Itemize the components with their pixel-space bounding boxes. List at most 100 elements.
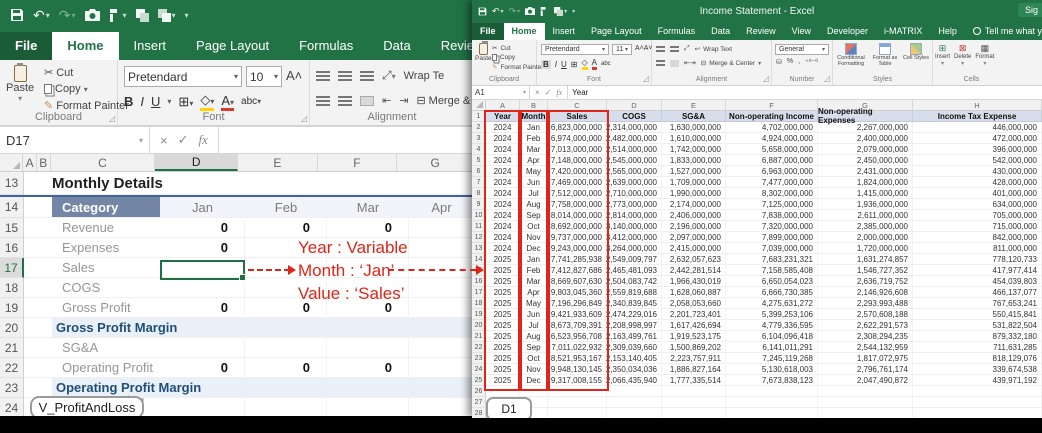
data-cell[interactable]: 6,823,000,000 bbox=[548, 122, 607, 133]
empty-cell[interactable] bbox=[662, 408, 726, 418]
data-cell[interactable]: 1,415,000,000 bbox=[818, 188, 913, 199]
data-cell[interactable]: 9,243,000,000 bbox=[548, 243, 607, 254]
font-size-select[interactable]: 10▾ bbox=[246, 66, 282, 87]
data-cell[interactable]: 7,683,231,321 bbox=[726, 254, 818, 265]
row-label-expenses[interactable]: Expenses bbox=[52, 238, 160, 258]
data-cell[interactable]: 1,720,000,000 bbox=[818, 243, 913, 254]
data-cell[interactable]: 7,477,000,000 bbox=[726, 177, 818, 188]
delete-cells-button[interactable]: ⊠ Delete ▾ bbox=[954, 43, 971, 67]
data-cell[interactable]: Aug bbox=[520, 331, 548, 342]
sign-in-button[interactable]: Sig bbox=[1018, 3, 1042, 17]
data-cell[interactable]: 3,264,000,000 bbox=[607, 243, 662, 254]
data-cell[interactable]: 2,293,993,488 bbox=[818, 298, 913, 309]
bold-button[interactable]: B bbox=[541, 60, 551, 69]
data-cell[interactable]: Jan bbox=[520, 122, 548, 133]
camera-icon[interactable] bbox=[525, 7, 535, 15]
column-header-b[interactable]: B bbox=[37, 154, 51, 171]
align-bottom-icon[interactable] bbox=[360, 71, 374, 81]
enter-icon[interactable]: ✓ bbox=[178, 132, 189, 148]
data-cell[interactable]: 6,974,000,000 bbox=[548, 133, 607, 144]
column-header-a[interactable]: A bbox=[23, 154, 37, 171]
row-header-23[interactable]: 23 bbox=[472, 353, 486, 364]
data-cell[interactable]: 7,469,000,000 bbox=[548, 177, 607, 188]
data-cell[interactable]: 2,570,608,188 bbox=[818, 309, 913, 320]
data-cell[interactable]: 1,527,000,000 bbox=[662, 166, 726, 177]
data-cell[interactable]: 2,450,000,000 bbox=[818, 155, 913, 166]
data-cell[interactable]: 1,500,869,202 bbox=[662, 342, 726, 353]
percent-style-button[interactable]: % bbox=[787, 58, 793, 66]
data-cell[interactable]: 2,163,499,761 bbox=[607, 331, 662, 342]
data-cell[interactable]: 2,174,000,000 bbox=[662, 199, 726, 210]
table-header-sales[interactable]: Sales bbox=[548, 111, 607, 122]
align-left-icon[interactable] bbox=[656, 60, 665, 67]
data-cell[interactable]: 7,741,285,938 bbox=[548, 254, 607, 265]
italic-button[interactable]: I bbox=[140, 94, 144, 109]
tab-help[interactable]: Help bbox=[930, 23, 965, 40]
font-color-icon[interactable]: A▾ bbox=[221, 93, 234, 111]
data-cell[interactable]: 2,559,819,688 bbox=[607, 287, 662, 298]
data-cell[interactable]: Jul bbox=[520, 188, 548, 199]
data-cell[interactable]: 2,079,000,000 bbox=[818, 144, 913, 155]
data-cell[interactable]: 4,702,000,000 bbox=[726, 122, 818, 133]
tab-file[interactable]: File bbox=[0, 32, 52, 60]
row-header-19[interactable]: 19 bbox=[472, 309, 486, 320]
row-label-cogs[interactable]: COGS bbox=[52, 278, 160, 298]
column-header-b[interactable]: B bbox=[520, 100, 548, 110]
data-cell[interactable]: 9,948,130,145 bbox=[548, 364, 607, 375]
empty-cell[interactable] bbox=[726, 386, 818, 397]
data-cell[interactable]: 2,308,294,235 bbox=[818, 331, 913, 342]
data-cell[interactable]: 7,125,000,000 bbox=[726, 199, 818, 210]
tab-page-layout[interactable]: Page Layout bbox=[583, 23, 650, 40]
data-cell[interactable]: 2,639,000,000 bbox=[607, 177, 662, 188]
phonetic-guide-icon[interactable]: abc▾ bbox=[241, 96, 261, 107]
data-cell[interactable]: Jun bbox=[520, 177, 548, 188]
data-cell[interactable]: 8,302,000,000 bbox=[726, 188, 818, 199]
data-cell[interactable]: 2025 bbox=[486, 287, 520, 298]
data-cell[interactable]: 8,014,000,000 bbox=[548, 210, 607, 221]
data-cell[interactable]: 2,549,009,797 bbox=[607, 254, 662, 265]
customize-qat-icon[interactable]: ▾ bbox=[185, 11, 189, 20]
cell-value[interactable] bbox=[409, 238, 474, 258]
data-cell[interactable]: 2,565,000,000 bbox=[607, 166, 662, 177]
data-cell[interactable]: 550,415,841 bbox=[913, 309, 1042, 320]
data-cell[interactable]: 1,610,000,000 bbox=[662, 133, 726, 144]
data-cell[interactable]: 2025 bbox=[486, 309, 520, 320]
number-format-select[interactable]: General▾ bbox=[775, 44, 829, 55]
data-cell[interactable]: 2,636,719,752 bbox=[818, 276, 913, 287]
data-cell[interactable]: 7,673,838,123 bbox=[726, 375, 818, 386]
save-icon[interactable] bbox=[478, 7, 487, 16]
month-header-feb[interactable]: Feb bbox=[245, 197, 327, 218]
select-all-corner[interactable] bbox=[0, 154, 23, 171]
data-cell[interactable]: 2,201,723,401 bbox=[662, 309, 726, 320]
cell-value[interactable] bbox=[160, 398, 245, 416]
data-cell[interactable]: 2,814,000,000 bbox=[607, 210, 662, 221]
data-cell[interactable]: 1,990,000,000 bbox=[662, 188, 726, 199]
font-color-icon[interactable]: A bbox=[592, 58, 597, 70]
row-header-2[interactable]: 2 bbox=[472, 122, 486, 133]
fill-color-icon[interactable]: ◇▾ bbox=[200, 92, 214, 111]
fx-icon[interactable]: fx bbox=[556, 88, 562, 97]
data-cell[interactable]: 2,340,839,845 bbox=[607, 298, 662, 309]
cell-value[interactable] bbox=[409, 398, 474, 416]
empty-cell[interactable] bbox=[913, 408, 1042, 418]
column-header-a[interactable]: A bbox=[486, 100, 520, 110]
data-cell[interactable]: 1,833,000,000 bbox=[662, 155, 726, 166]
empty-cell[interactable] bbox=[913, 386, 1042, 397]
data-cell[interactable]: 711,631,285 bbox=[913, 342, 1042, 353]
data-cell[interactable]: 767,653,241 bbox=[913, 298, 1042, 309]
table-header-non-operating-expenses[interactable]: Non-operating Expenses bbox=[818, 111, 913, 122]
empty-cell[interactable] bbox=[607, 386, 662, 397]
redo-icon[interactable]: ↷▾ bbox=[509, 6, 521, 17]
cell-value[interactable]: 0 bbox=[245, 358, 327, 378]
row-header-1[interactable]: 1 bbox=[472, 111, 486, 122]
align-center-icon[interactable] bbox=[670, 60, 679, 67]
row-label-sales[interactable]: Sales bbox=[52, 258, 160, 278]
cell-value[interactable] bbox=[245, 338, 327, 358]
row-header-5[interactable]: 5 bbox=[472, 155, 486, 166]
data-cell[interactable]: Apr bbox=[520, 287, 548, 298]
row-header-22[interactable]: 22 bbox=[0, 358, 24, 378]
data-cell[interactable]: May bbox=[520, 166, 548, 177]
data-cell[interactable]: 879,332,180 bbox=[913, 331, 1042, 342]
data-cell[interactable]: 2,710,000,000 bbox=[607, 188, 662, 199]
phonetic-guide-icon[interactable]: abc bbox=[601, 61, 611, 67]
